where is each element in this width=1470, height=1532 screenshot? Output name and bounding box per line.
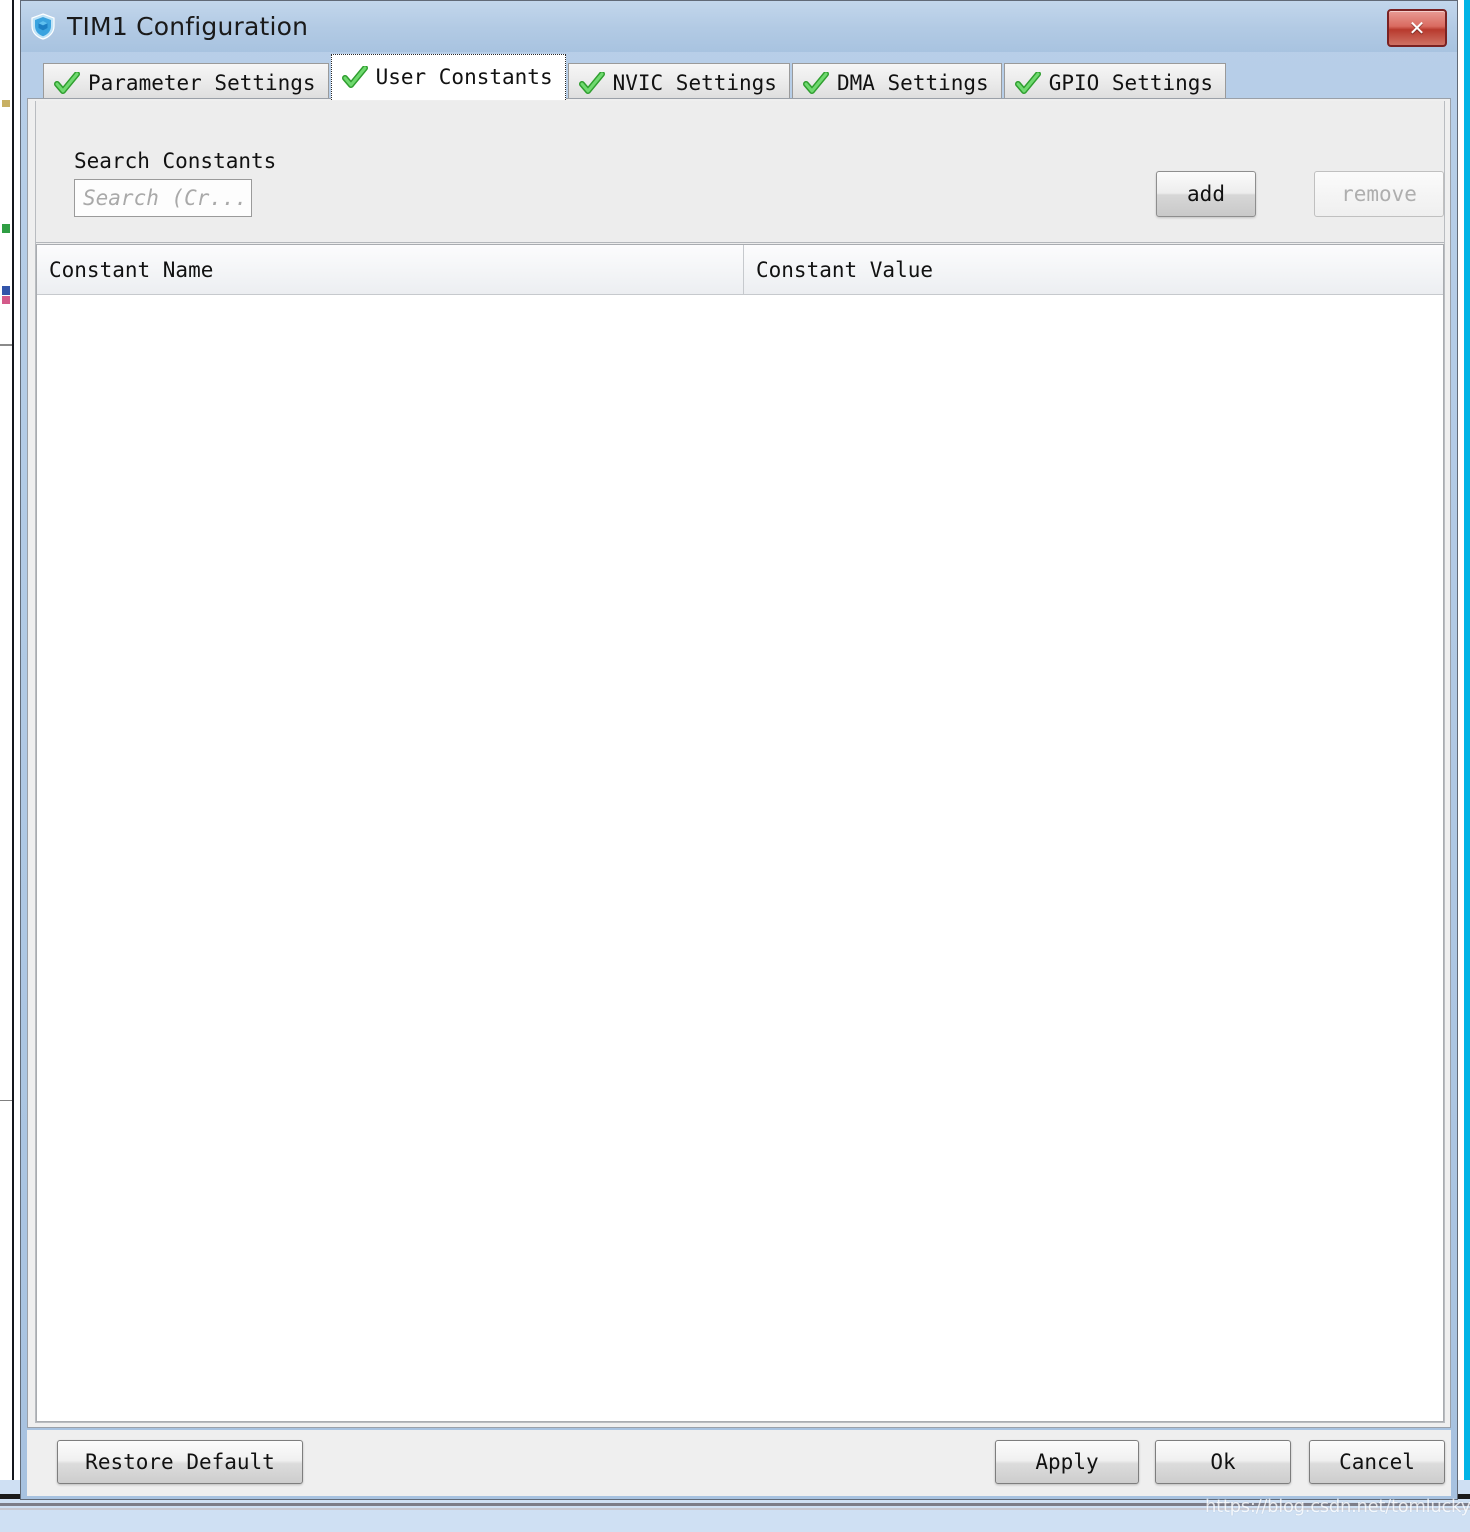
background-left-strip bbox=[0, 0, 20, 1532]
background-artifact-yellow bbox=[2, 100, 10, 107]
tab-parameter-settings[interactable]: Parameter Settings bbox=[43, 63, 329, 103]
remove-button-label: remove bbox=[1341, 182, 1417, 206]
user-constants-panel: Search Constants add remove Constant Nam… bbox=[35, 101, 1445, 1423]
background-bottom-rule-3 bbox=[0, 1508, 1470, 1510]
green-check-icon bbox=[341, 64, 368, 90]
constants-table: Constant Name Constant Value bbox=[36, 244, 1444, 1422]
ok-button[interactable]: Ok bbox=[1155, 1440, 1291, 1484]
tab-label: NVIC Settings bbox=[612, 71, 777, 95]
table-header-row: Constant Name Constant Value bbox=[37, 245, 1443, 295]
background-edge-line bbox=[12, 0, 14, 1532]
restore-default-label: Restore Default bbox=[85, 1450, 275, 1474]
tab-gpio-settings[interactable]: GPIO Settings bbox=[1003, 63, 1227, 103]
background-rule-2 bbox=[0, 344, 12, 346]
background-rule-1 bbox=[0, 1100, 12, 1101]
green-check-icon bbox=[802, 70, 829, 96]
column-header-label: Constant Name bbox=[49, 257, 214, 282]
ok-label: Ok bbox=[1210, 1450, 1236, 1474]
green-check-icon bbox=[578, 70, 605, 96]
column-header-label: Constant Value bbox=[756, 257, 934, 282]
title-bar[interactable]: TIM1 Configuration ✕ bbox=[21, 0, 1457, 52]
tab-user-constants[interactable]: User Constants bbox=[330, 54, 566, 100]
column-header-constant-value[interactable]: Constant Value bbox=[744, 245, 1443, 294]
search-constants-label: Search Constants bbox=[74, 149, 277, 173]
tab-label: GPIO Settings bbox=[1048, 71, 1214, 95]
green-check-icon bbox=[54, 70, 80, 96]
apply-button[interactable]: Apply bbox=[995, 1440, 1139, 1484]
close-icon: ✕ bbox=[1408, 16, 1426, 40]
green-check-icon bbox=[1014, 70, 1041, 96]
tab-label: DMA Settings bbox=[836, 71, 989, 95]
restore-default-button[interactable]: Restore Default bbox=[57, 1440, 303, 1484]
background-artifact-blue bbox=[2, 286, 10, 295]
background-right-accent bbox=[1464, 0, 1470, 1500]
column-header-constant-name[interactable]: Constant Name bbox=[37, 245, 744, 294]
background-artifact-green bbox=[2, 224, 10, 233]
cancel-label: Cancel bbox=[1339, 1450, 1415, 1474]
tab-nvic-settings[interactable]: NVIC Settings bbox=[567, 63, 790, 103]
configuration-dialog: TIM1 Configuration ✕ Parameter Settings bbox=[20, 0, 1458, 1500]
tab-dma-settings[interactable]: DMA Settings bbox=[791, 63, 1002, 103]
add-button[interactable]: add bbox=[1156, 171, 1256, 217]
remove-button[interactable]: remove bbox=[1314, 171, 1444, 217]
dialog-body: Search Constants add remove Constant Nam… bbox=[27, 98, 1451, 1428]
tab-label: User Constants bbox=[375, 65, 553, 89]
search-area: Search Constants add remove bbox=[36, 101, 1444, 243]
add-button-label: add bbox=[1187, 182, 1225, 206]
background-artifact-pink bbox=[2, 296, 10, 304]
background-bottom-rule-2 bbox=[0, 1503, 1470, 1506]
table-body[interactable] bbox=[37, 295, 1443, 1421]
dialog-footer: Restore Default Apply Ok Cancel bbox=[27, 1430, 1451, 1496]
window-title: TIM1 Configuration bbox=[67, 11, 309, 41]
close-button[interactable]: ✕ bbox=[1387, 9, 1447, 47]
tab-label: Parameter Settings bbox=[88, 71, 316, 95]
shield-cube-icon bbox=[29, 12, 57, 40]
cancel-button[interactable]: Cancel bbox=[1309, 1440, 1445, 1484]
apply-label: Apply bbox=[1035, 1450, 1099, 1474]
search-input[interactable] bbox=[74, 179, 252, 217]
tab-strip: Parameter Settings User Constants NVIC S… bbox=[43, 54, 1227, 103]
